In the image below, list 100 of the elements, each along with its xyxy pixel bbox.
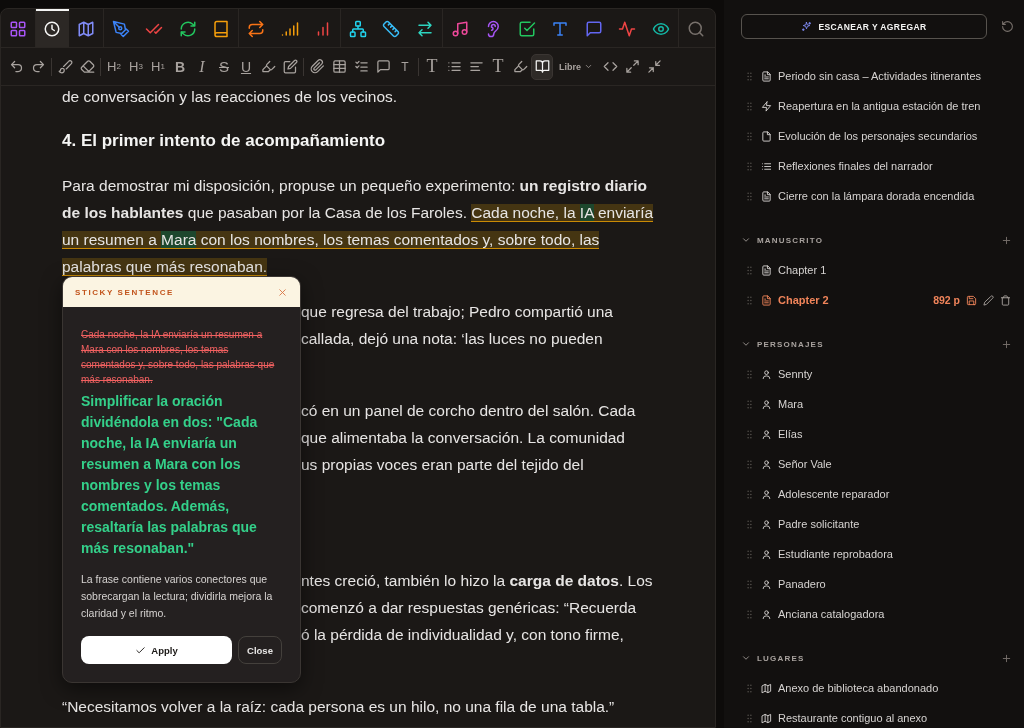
sidebar-item[interactable]: Chapter 1: [741, 255, 1014, 285]
format-button[interactable]: T: [394, 53, 416, 80]
eye-icon: [652, 20, 671, 38]
save-icon[interactable]: [966, 294, 977, 306]
section-toggle[interactable]: LUGARES: [741, 653, 805, 663]
hierarchy-icon: [348, 20, 367, 38]
document-icon: [761, 190, 772, 202]
sidebar-item[interactable]: Anciana catalogadora: [741, 599, 1014, 629]
text-line: có en un panel de corcho dentro del salón. Cada: [301, 401, 636, 421]
section-toggle[interactable]: MANUSCRITO: [741, 235, 824, 245]
format-button[interactable]: U: [235, 53, 257, 80]
page-icon: [761, 130, 772, 142]
collapse-icon: [646, 59, 662, 74]
drag-handle-icon: [744, 682, 755, 694]
book-icon: [212, 20, 231, 38]
text-line: us propias voces eran parte del tejido del: [301, 455, 584, 475]
apply-button[interactable]: Apply: [81, 636, 232, 664]
person-icon: [761, 578, 772, 590]
add-button[interactable]: [1001, 234, 1012, 246]
refresh-button[interactable]: [1001, 20, 1014, 33]
ruler-icon: [382, 20, 401, 38]
person-icon: [761, 458, 772, 470]
paintbrush-icon: [57, 59, 73, 74]
speech-bubble-icon: [584, 20, 603, 38]
scan-button[interactable]: ESCANEAR Y AGREGAR: [741, 14, 987, 39]
refresh-icon: [178, 20, 197, 38]
chevron-icon: [741, 235, 751, 245]
sidebar-item[interactable]: Elías: [741, 419, 1014, 449]
section-heading: 4. El primer intento de acompañamiento: [62, 130, 387, 152]
undo-icon: [8, 59, 24, 74]
word-count: 892 p: [933, 294, 960, 306]
outline-item[interactable]: Evolución de los personajes secundarios: [741, 121, 1014, 151]
paperclip-icon: [309, 59, 325, 74]
sidebar-item[interactable]: Señor Vale: [741, 449, 1014, 479]
add-button[interactable]: [1001, 652, 1012, 664]
sidebar-item[interactable]: Sennty: [741, 359, 1014, 389]
drag-handle-icon: [744, 264, 755, 276]
format-button[interactable]: T: [487, 53, 509, 80]
caret-icon: [584, 62, 593, 71]
drag-handle-icon: [744, 130, 755, 142]
text-line: que alimentaba la conversación. La comunidad: [301, 428, 625, 448]
drag-handle-icon: [744, 294, 755, 306]
drag-handle-icon: [744, 458, 755, 470]
chevron-icon: [741, 653, 751, 663]
redo-icon: [30, 59, 46, 74]
drag-handle-icon: [744, 488, 755, 500]
person-icon: [761, 398, 772, 410]
code-icon: [602, 59, 618, 74]
table-icon: [331, 59, 347, 74]
drag-handle-icon: [744, 712, 755, 724]
format-button[interactable]: I: [191, 53, 213, 80]
pencil-icon[interactable]: [983, 294, 994, 306]
outline-item[interactable]: Reapertura en la antigua estación de tren: [741, 91, 1014, 121]
font-dropdown[interactable]: Libre: [553, 53, 599, 80]
music-note-icon: [450, 20, 469, 38]
sidebar-item[interactable]: Panadero: [741, 569, 1014, 599]
close-button[interactable]: Close: [238, 636, 282, 664]
drag-handle-icon: [744, 548, 755, 560]
text-line: ó la pérdida de individualidad y, con tono firme,: [301, 625, 624, 645]
chevron-icon: [741, 339, 751, 349]
sidebar-item[interactable]: Estudiante reprobadora: [741, 539, 1014, 569]
sidebar-item[interactable]: Adolescente reparador: [741, 479, 1014, 509]
format-button[interactable]: S: [213, 53, 235, 80]
add-button[interactable]: [1001, 338, 1012, 350]
drag-handle-icon: [744, 578, 755, 590]
sidebar-item[interactable]: Anexo de biblioteca abandonado: [741, 673, 1014, 703]
drag-handle-icon: [744, 100, 755, 112]
close-button[interactable]: [277, 286, 288, 298]
format-button[interactable]: [531, 53, 553, 80]
drag-handle-icon: [744, 190, 755, 202]
sidebar-item[interactable]: Chapter 2 892 p: [741, 285, 1014, 315]
sidebar-item[interactable]: Padre solicitante: [741, 509, 1014, 539]
outline-item[interactable]: Cierre con la lámpara dorada encendida: [741, 181, 1014, 211]
drag-handle-icon: [744, 608, 755, 620]
open-book-icon: [534, 59, 550, 74]
close-icon: [277, 286, 288, 298]
person-icon: [761, 548, 772, 560]
sidebar-item[interactable]: Restaurante contiguo al anexo: [741, 703, 1014, 728]
explanation-text: La frase contiene varios conectores que sobrecargan la lectura; dividirla mejora la claridad y el ritmo.: [81, 572, 274, 621]
text-icon: [551, 20, 570, 38]
drag-handle-icon: [744, 70, 755, 82]
sidebar-item[interactable]: Mara: [741, 389, 1014, 419]
format-button[interactable]: B: [169, 53, 191, 80]
text-line: comenzó a dar respuestas genéricas: “Recuerda: [301, 598, 637, 618]
format-button[interactable]: T: [421, 53, 443, 80]
bulleted-list-icon: [446, 59, 462, 74]
map-icon: [761, 712, 772, 724]
toolbar-tab[interactable]: [35, 9, 70, 47]
map-icon: [77, 20, 95, 38]
outline-item[interactable]: Reflexiones finales del narrador: [741, 151, 1014, 181]
checkbox-icon: [517, 20, 536, 38]
trash-icon[interactable]: [1000, 294, 1011, 306]
align-left-icon: [468, 59, 484, 74]
section-toggle[interactable]: PERSONAJES: [741, 339, 824, 349]
edit-icon: [282, 59, 298, 74]
swap-arrows-icon: [415, 20, 434, 38]
text-line: que regresa del trabajo; Pedro compartió una: [301, 302, 613, 322]
outline-item[interactable]: Periodo sin casa – Actividades itinerantes: [741, 61, 1014, 91]
sparkles-icon: [801, 21, 813, 32]
list-icon: [761, 160, 772, 172]
